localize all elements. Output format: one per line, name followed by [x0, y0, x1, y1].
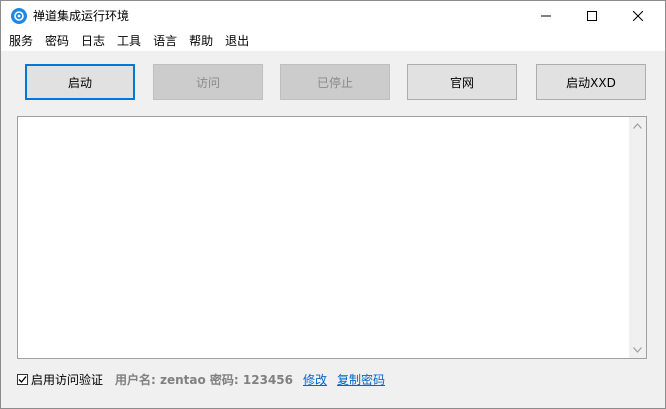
chevron-down-icon: [633, 346, 642, 353]
menu-exit[interactable]: 退出: [219, 31, 255, 51]
app-window: 禅道集成运行环境 服务 密码 日志 工具 语言 帮助 退出 启动 访问 已停止: [0, 0, 666, 409]
footer-bar: 启用访问验证 用户名: zentao 密码: 123456 修改 复制密码: [17, 371, 395, 387]
window-title: 禅道集成运行环境: [33, 9, 130, 23]
copy-password-link[interactable]: 复制密码: [337, 371, 385, 388]
credentials-text: 用户名: zentao 密码: 123456: [115, 372, 293, 387]
menu-password[interactable]: 密码: [39, 31, 75, 51]
maximize-button[interactable]: [569, 1, 615, 31]
maximize-icon: [587, 11, 597, 21]
website-button[interactable]: 官网: [407, 64, 517, 100]
log-text: [20, 119, 626, 356]
minimize-icon: [541, 15, 551, 17]
visit-button[interactable]: 访问: [153, 64, 263, 100]
close-icon: [633, 11, 643, 21]
menu-help[interactable]: 帮助: [183, 31, 219, 51]
menu-language[interactable]: 语言: [147, 31, 183, 51]
close-button[interactable]: [615, 1, 661, 31]
menu-service[interactable]: 服务: [3, 31, 39, 51]
scroll-down-button[interactable]: [629, 341, 646, 358]
minimize-button[interactable]: [523, 1, 569, 31]
log-output[interactable]: [17, 116, 647, 359]
auth-checkbox-label[interactable]: 启用访问验证: [31, 371, 103, 388]
log-scrollbar[interactable]: [629, 117, 646, 358]
edit-password-link[interactable]: 修改: [303, 371, 327, 388]
checkmark-icon: [18, 375, 27, 383]
start-xxd-button[interactable]: 启动XXD: [536, 64, 646, 100]
zentao-logo-icon: [11, 8, 27, 24]
chevron-up-icon: [633, 122, 642, 129]
scroll-up-button[interactable]: [629, 117, 646, 134]
menu-tools[interactable]: 工具: [111, 31, 147, 51]
menu-bar: 服务 密码 日志 工具 语言 帮助 退出: [1, 31, 665, 51]
stopped-button[interactable]: 已停止: [280, 64, 390, 100]
start-button[interactable]: 启动: [25, 64, 135, 100]
auth-checkbox[interactable]: [17, 373, 28, 385]
title-bar[interactable]: 禅道集成运行环境: [1, 1, 665, 31]
menu-log[interactable]: 日志: [75, 31, 111, 51]
